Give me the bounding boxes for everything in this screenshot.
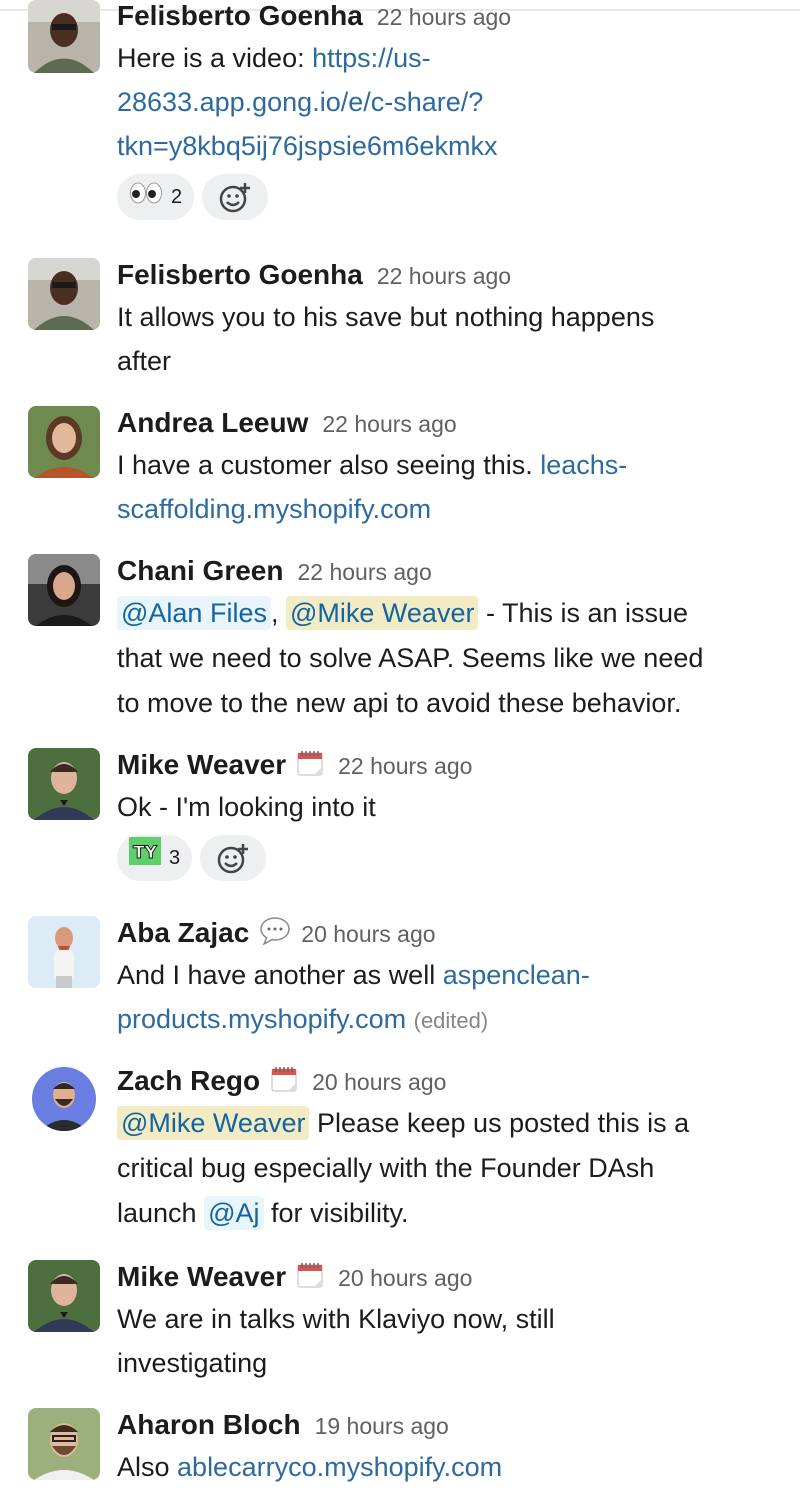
avatar[interactable] [32,1067,96,1131]
message-link[interactable]: scaffolding.myshopify.com [117,494,431,524]
message-text: And I have another as well aspenclean- p… [117,960,590,1034]
add-reaction-button[interactable] [202,174,269,220]
add-reaction-icon [217,843,249,873]
message-text: Ok - I'm looking into it [117,792,376,822]
timestamp[interactable]: 20 hours ago [338,1265,472,1291]
message-text: @Mike Weaver Please keep us posted this … [117,1106,690,1230]
user-mention-self[interactable]: @Mike Weaver [117,1106,310,1140]
timestamp[interactable]: 22 hours ago [338,753,472,779]
message-link[interactable]: 28633.app.gong.io/e/c-share/? [117,87,483,117]
message-text: I have a customer also seeing this. leac… [117,450,628,524]
ty-emoji-icon: TY [129,836,161,882]
calendar-icon[interactable] [296,749,324,777]
author-name[interactable]: Felisberto Goenha [117,0,363,31]
message-text: We are in talks with Klaviyo now, still … [117,1304,555,1378]
timestamp[interactable]: 20 hours ago [301,921,435,947]
timestamp[interactable]: 19 hours ago [315,1413,449,1439]
author-name[interactable]: Felisberto Goenha [117,259,363,290]
timestamp[interactable]: 22 hours ago [377,4,511,30]
calendar-icon[interactable] [296,1261,324,1289]
reaction-eyes[interactable]: 2 [117,174,195,221]
avatar[interactable] [28,0,100,73]
timestamp[interactable]: 20 hours ago [312,1069,446,1095]
avatar[interactable] [28,748,100,820]
timestamp[interactable]: 22 hours ago [297,559,431,585]
avatar[interactable] [28,554,100,626]
author-name[interactable]: Zach Rego [117,1065,260,1096]
reactions-bar: 2 [117,174,770,222]
author-name[interactable]: Aba Zajac [117,917,249,948]
reaction-count: 3 [169,847,181,869]
add-reaction-button[interactable] [200,835,267,881]
avatar[interactable] [28,916,100,988]
svg-text:TY: TY [133,843,158,863]
message-link[interactable]: aspenclean- [443,960,590,990]
eyes-icon [129,175,163,221]
author-name[interactable]: Chani Green [117,555,283,586]
message-link[interactable]: leachs- [540,450,627,480]
avatar[interactable] [28,1260,100,1332]
user-mention-self[interactable]: @Mike Weaver [286,596,479,630]
author-name[interactable]: Andrea Leeuw [117,407,308,438]
timestamp[interactable]: 22 hours ago [322,411,456,437]
message-text: Here is a video: https://us- 28633.app.g… [117,43,498,161]
speech-bubble-icon[interactable] [259,917,291,946]
edited-label: (edited) [413,1008,489,1033]
reaction-count: 2 [171,186,183,208]
author-name[interactable]: Aharon Bloch [117,1409,301,1440]
message-link[interactable]: tkn=y8kbq5ij76jspsie6m6ekmkx [117,131,497,161]
message-link[interactable]: ablecarryco.myshopify.com [177,1452,502,1482]
user-mention[interactable]: @Aj [204,1196,264,1230]
message-text: It allows you to his save but nothing ha… [117,302,655,376]
timestamp[interactable]: 22 hours ago [377,263,511,289]
message-text: @Alan Files, @Mike Weaver - This is an i… [117,596,704,718]
author-name[interactable]: Mike Weaver [117,1261,286,1292]
avatar[interactable] [28,258,100,330]
calendar-icon[interactable] [270,1065,298,1093]
author-name[interactable]: Mike Weaver [117,749,286,780]
avatar[interactable] [28,1408,100,1480]
avatar[interactable] [28,406,100,478]
message-link[interactable]: https://us- [312,43,431,73]
user-mention[interactable]: @Alan Files [117,596,271,630]
message-text: Also ablecarryco.myshopify.com [117,1452,503,1482]
reactions-bar: TY 3 [117,835,770,883]
add-reaction-icon [219,182,251,212]
message-link[interactable]: products.myshopify.com [117,1004,406,1034]
reaction-ty[interactable]: TY 3 [117,835,193,882]
